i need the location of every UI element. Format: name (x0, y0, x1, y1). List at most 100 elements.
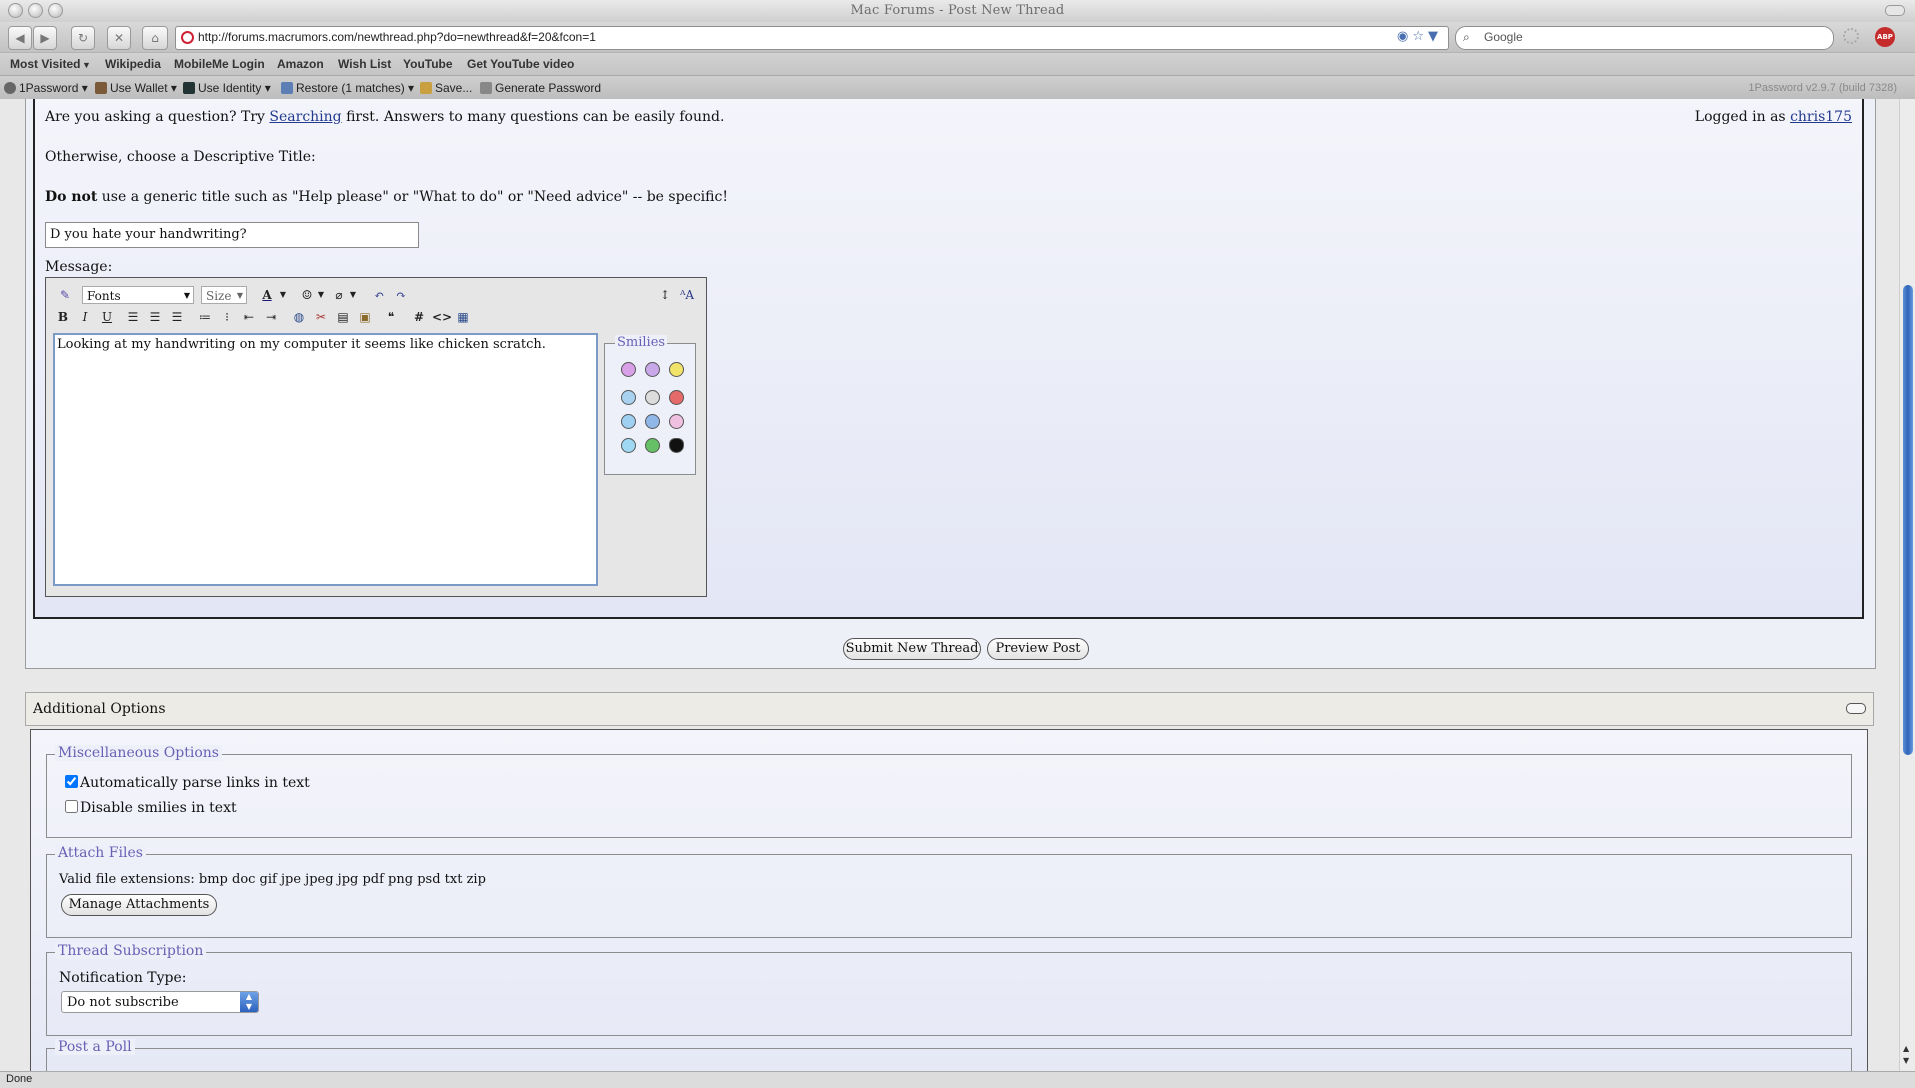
username-link[interactable]: chris175 (1790, 109, 1852, 125)
use-identity-menu[interactable]: Use Identity ▾ (183, 81, 271, 95)
switch-editor-mode-icon[interactable]: ✎ (56, 286, 74, 304)
search-bar[interactable]: ⌕ Google (1455, 26, 1834, 50)
underline-icon[interactable]: U (98, 308, 116, 326)
scroll-down-arrow-icon[interactable]: ▼ (1903, 1056, 1909, 1065)
search-engine-icon[interactable]: ⌕ (1463, 30, 1470, 45)
search-hint-suffix: first. Answers to many questions can be … (341, 109, 725, 125)
back-button[interactable]: ◀ (8, 26, 32, 50)
search-hint: Are you asking a question? Try Searching… (45, 109, 724, 125)
disable-smilies-label: Disable smilies in text (80, 800, 237, 816)
adblock-plus-icon[interactable]: ABP (1875, 27, 1895, 47)
warning-rest-text: use a generic title such as "Help please… (97, 189, 728, 205)
indent-icon[interactable]: ⇥ (262, 308, 280, 326)
parse-links-checkbox[interactable] (65, 775, 78, 788)
site-favicon-icon (181, 31, 194, 44)
vertical-scrollbar[interactable]: ▲ ▼ (1899, 99, 1915, 1071)
insert-email-icon[interactable]: ▤ (334, 308, 352, 326)
remove-link-icon[interactable]: ✂ (312, 308, 330, 326)
save-label: Save... (435, 81, 473, 95)
editor-toolbar-row-1: ✎ Fonts ▼ Size ▼ A ▼ ☺ ▼ ⌀ ▼ ↶ ↷ ↕ ᴬA (46, 286, 706, 306)
forward-button[interactable]: ▶ (33, 26, 57, 50)
smilies-legend: Smilies (615, 335, 668, 350)
collapse-toggle-icon[interactable] (1846, 703, 1866, 714)
bookmark-amazon[interactable]: Amazon (277, 57, 324, 71)
smilie-icon[interactable] (621, 362, 636, 377)
size-select[interactable]: Size ▼ (201, 286, 247, 304)
insert-link-icon[interactable]: ◍ (290, 308, 308, 326)
notification-type-select[interactable]: Do not subscribe ▲ ▼ (61, 991, 259, 1013)
resize-editor-icon[interactable]: ↕ (656, 286, 674, 304)
bold-icon[interactable]: B (54, 308, 72, 326)
warning-bold-text: Do not (45, 189, 98, 205)
dropdown-arrow-icon[interactable]: ▼ (312, 286, 330, 304)
home-button[interactable]: ⌂ (142, 26, 168, 50)
address-bar[interactable]: http://forums.macrumors.com/newthread.ph… (175, 26, 1449, 50)
onepassword-menu[interactable]: 1Password ▾ (4, 81, 88, 95)
scroll-up-arrow-icon[interactable]: ▲ (1903, 1044, 1909, 1053)
use-wallet-menu[interactable]: Use Wallet ▾ (95, 81, 177, 95)
wrap-code-icon[interactable]: # (410, 308, 428, 326)
align-right-icon[interactable]: ☰ (168, 308, 186, 326)
wrap-html-icon[interactable]: <> (432, 308, 452, 326)
smilie-icon[interactable] (669, 390, 684, 405)
generic-title-warning: Do not use a generic title such as "Help… (45, 189, 728, 205)
bookmark-wish-list[interactable]: Wish List (338, 57, 391, 71)
align-left-icon[interactable]: ☰ (124, 308, 142, 326)
bookmark-get-youtube-video[interactable]: Get YouTube video (467, 57, 574, 71)
address-url[interactable]: http://forums.macrumors.com/newthread.ph… (198, 30, 596, 44)
search-input[interactable]: Google (1484, 30, 1523, 44)
reload-button[interactable]: ↻ (71, 26, 95, 50)
message-textarea[interactable]: Looking at my handwriting on my computer… (53, 333, 598, 586)
font-select[interactable]: Fonts ▼ (82, 286, 194, 304)
generate-password-button[interactable]: Generate Password (480, 81, 601, 95)
submit-new-thread-button[interactable]: Submit New Thread (843, 638, 981, 660)
smilie-icon[interactable] (645, 390, 660, 405)
outdent-icon[interactable]: ⇤ (240, 308, 258, 326)
preview-post-button[interactable]: Preview Post (987, 638, 1089, 660)
smilie-icon[interactable] (621, 390, 636, 405)
misc-options-legend: Miscellaneous Options (55, 745, 222, 761)
insert-image-icon[interactable]: ▣ (356, 308, 374, 326)
dropdown-arrow-icon[interactable]: ▼ (82, 60, 91, 70)
scrollbar-thumb[interactable] (1903, 285, 1913, 755)
stop-button[interactable]: ✕ (107, 26, 131, 50)
wrap-quote-icon[interactable]: ❝ (382, 308, 400, 326)
toggle-wysiwyg-icon[interactable]: ᴬA (678, 286, 696, 304)
bookmark-youtube[interactable]: YouTube (403, 57, 453, 71)
logged-in-prefix: Logged in as (1694, 109, 1791, 125)
bookmark-mobileme-login[interactable]: MobileMe Login (174, 57, 265, 71)
smilie-icon[interactable] (621, 414, 636, 429)
loading-spinner-icon (1843, 28, 1859, 44)
smilie-icon[interactable] (645, 438, 660, 453)
smilie-icon[interactable] (669, 414, 684, 429)
align-center-icon[interactable]: ☰ (146, 308, 164, 326)
dropdown-arrow-icon[interactable]: ▼ (344, 286, 362, 304)
history-dropdown-icon[interactable]: ▼ (1428, 29, 1442, 44)
thread-title-input[interactable]: D you hate your handwriting? (45, 222, 419, 248)
smilie-icon[interactable] (645, 414, 660, 429)
dropdown-arrow-icon[interactable]: ▼ (274, 286, 292, 304)
manage-attachments-button[interactable]: Manage Attachments (61, 894, 217, 916)
bookmark-wikipedia[interactable]: Wikipedia (105, 57, 161, 71)
wrap-php-icon[interactable]: ▦ (454, 308, 472, 326)
unordered-list-icon[interactable]: ⁝ (218, 308, 236, 326)
restore-menu[interactable]: Restore (1 matches) ▾ (281, 81, 414, 95)
status-bar: Done (0, 1071, 1915, 1088)
restore-icon (281, 82, 293, 94)
smilie-icon[interactable] (645, 362, 660, 377)
rss-icon[interactable]: ◉ (1397, 29, 1412, 44)
select-stepper-icon: ▲ ▼ (240, 992, 258, 1012)
italic-icon[interactable]: I (76, 308, 94, 326)
bookmark-most-visited[interactable]: Most Visited (10, 57, 80, 71)
bookmark-star-icon[interactable]: ☆ (1412, 29, 1428, 44)
searching-link[interactable]: Searching (269, 109, 341, 125)
smilie-icon[interactable] (669, 362, 684, 377)
smilie-icon[interactable] (621, 438, 636, 453)
disable-smilies-checkbox[interactable] (65, 800, 78, 813)
toolbar-toggle-button[interactable] (1885, 5, 1905, 16)
apple-logo-icon[interactable] (669, 438, 684, 453)
save-login-button[interactable]: Save... (420, 81, 472, 95)
redo-icon[interactable]: ↷ (392, 286, 410, 304)
ordered-list-icon[interactable]: ≔ (196, 308, 214, 326)
undo-icon[interactable]: ↶ (370, 286, 388, 304)
